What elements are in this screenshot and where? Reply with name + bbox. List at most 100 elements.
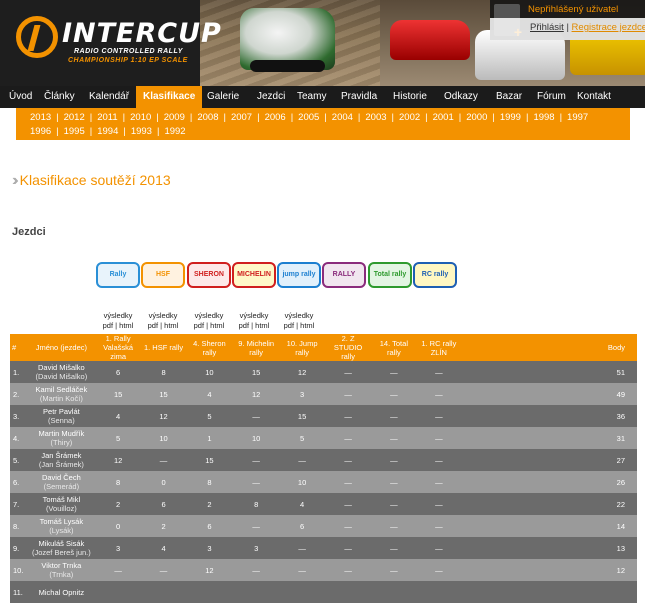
results-link[interactable]: výsledky pdf | html [187,311,231,331]
event-logo[interactable]: RALLY [322,262,366,288]
driver-cell[interactable]: Tomáš Lysák (Lysák) [27,515,96,537]
event-logo[interactable]: jump rally [277,262,321,288]
score-cell: 15 [95,383,142,405]
driver-name[interactable]: Kamil Sedláček [36,385,88,394]
results-link[interactable]: výsledky pdf | html [96,311,140,331]
year-link[interactable]: 2008 [197,112,218,123]
year-link[interactable]: 2001 [433,112,454,123]
year-link[interactable]: 2010 [130,112,151,123]
year-link[interactable]: 2004 [332,112,353,123]
nav-item[interactable]: Jezdci [250,86,292,108]
score-cell: 5 [95,427,142,449]
nav-item[interactable]: Bazar [489,86,529,108]
site-logo[interactable]: INTERCUP RADIO CONTROLLED RALLY CHAMPION… [12,14,221,64]
driver-cell[interactable]: Tomáš Mikl (Vouilloz) [27,493,96,515]
year-separator: | [156,126,160,137]
driver-cell[interactable]: Petr Pavlát (Senna) [27,405,96,427]
year-link[interactable]: 2009 [164,112,185,123]
year-link[interactable]: 1996 [30,126,51,137]
event-logo[interactable]: SHERON [187,262,231,288]
nav-item[interactable]: Pravidla [334,86,384,108]
nav-item[interactable]: Klasifikace [136,86,203,108]
year-separator: | [223,112,226,123]
driver-name[interactable]: Tomáš Lysák [40,517,84,526]
score-cell: — [324,537,372,559]
year-link[interactable]: 2011 [97,112,117,123]
results-link[interactable]: výsledky pdf | html [277,311,321,331]
year-link[interactable]: 2013 [30,112,51,123]
driver-name[interactable]: David Čech [42,473,81,482]
event-logo[interactable]: RC rally ZLÍN [413,262,457,288]
year-link[interactable]: 2007 [231,112,252,123]
register-link[interactable]: Registrace jezdce [572,22,645,33]
driver-nickname: (Thiry) [50,438,73,447]
nav-item[interactable]: Články [37,86,82,108]
results-format-links[interactable]: pdf | html [232,321,276,331]
event-logo[interactable]: Total rally [368,262,412,288]
login-link[interactable]: Přihlásit [530,22,564,33]
year-link[interactable]: 2002 [399,112,420,123]
nav-item[interactable]: Teamy [290,86,333,108]
nav-item[interactable]: Odkazy [437,86,485,108]
score-cell: — [324,559,372,581]
driver-name[interactable]: David Mišalko [38,363,85,372]
driver-cell[interactable]: David Čech (Semerád) [27,471,96,493]
results-format-links[interactable]: pdf | html [96,321,140,331]
year-link[interactable]: 1999 [500,112,521,123]
section-title: Jezdci [12,226,46,238]
total-points-cell: 26 [461,471,637,493]
score-cell: — [416,361,462,383]
driver-name[interactable]: Martin Mudřík [38,429,84,438]
event-logo[interactable]: HSF [141,262,185,288]
results-format-links[interactable]: pdf | html [277,321,321,331]
nav-item[interactable]: Fórum [530,86,573,108]
score-cell: 8 [185,471,233,493]
nav-item[interactable]: Kalendář [82,86,136,108]
event-logo[interactable]: MICHELIN [232,262,276,288]
year-link[interactable]: 1997 [567,112,588,123]
year-separator: | [257,112,260,123]
year-link[interactable]: 2000 [466,112,487,123]
score-cell: 2 [185,493,233,515]
rally-car-image [240,8,335,72]
driver-name[interactable]: Tomáš Mikl [43,495,81,504]
nav-item[interactable]: Galerie [200,86,246,108]
nav-item[interactable]: Historie [386,86,434,108]
nav-item[interactable]: Kontakt [570,86,618,108]
year-selector: 2013 | 2012 | 2011 | 2010 | 2009 | 2008 | 2007 | 2006 |… [16,108,630,140]
driver-cell[interactable]: Jan Šrámek (Jan Šrámek) [27,449,96,471]
year-link[interactable]: 1998 [533,112,554,123]
score-cell: 15 [141,383,186,405]
year-link[interactable]: 2003 [365,112,386,123]
nav-item[interactable]: Úvod [2,86,39,108]
score-cell: 12 [95,449,142,471]
driver-name[interactable]: Michal Opnitz [39,588,84,597]
driver-name[interactable]: Jan Šrámek [41,451,81,460]
results-format-links[interactable]: pdf | html [141,321,185,331]
year-link[interactable]: 2012 [64,112,85,123]
year-link[interactable]: 2006 [265,112,286,123]
year-link[interactable]: 1995 [64,126,85,137]
logo-word: INTERCUP [62,18,222,49]
score-cell: 3 [279,383,325,405]
results-link[interactable]: výsledky pdf | html [141,311,185,331]
driver-cell[interactable]: David Mišalko (David Mišalko) [27,361,96,383]
driver-name[interactable]: Petr Pavlát [43,407,80,416]
driver-name[interactable]: Mikuláš Sisák [38,539,84,548]
driver-name[interactable]: Viktor Trnka [41,561,81,570]
event-logo[interactable]: Rally [96,262,140,288]
driver-cell[interactable]: Martin Mudřík (Thiry) [27,427,96,449]
driver-cell[interactable]: Viktor Trnka (Trnka) [27,559,96,581]
driver-nickname: (Martin Kočí) [39,394,83,403]
year-link[interactable]: 1994 [97,126,118,137]
results-link[interactable]: výsledky pdf | html [232,311,276,331]
column-header: # [10,334,28,361]
results-format-links[interactable]: pdf | html [187,321,231,331]
year-link[interactable]: 1992 [164,126,185,137]
year-separator: | [89,126,93,137]
driver-cell[interactable]: Mikuláš Sisák (Jozef Bereš jun.) [27,537,96,559]
year-link[interactable]: 1993 [131,126,152,137]
year-link[interactable]: 2005 [298,112,319,123]
rank-cell: 2. [10,383,28,405]
driver-cell[interactable]: Kamil Sedláček (Martin Kočí) [27,383,96,405]
